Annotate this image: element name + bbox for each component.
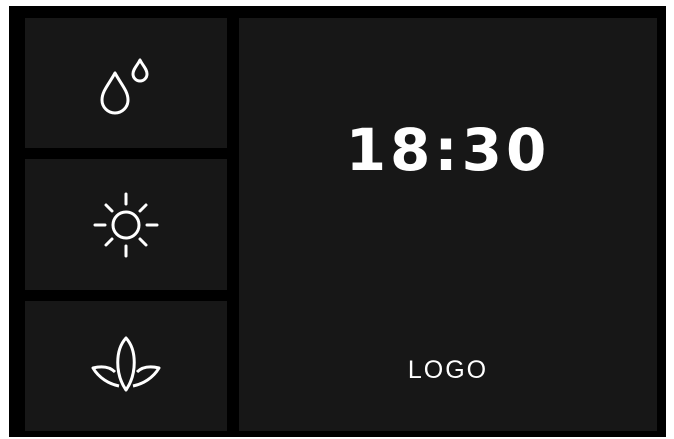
water-tile-button[interactable] — [25, 18, 227, 148]
logo-text: LOGO — [407, 356, 489, 384]
clock-time: 18:30 — [345, 116, 551, 184]
device-frame: 18:30 LOGO — [9, 6, 666, 437]
water-drops-icon — [91, 48, 161, 118]
wellness-tile-button[interactable] — [25, 301, 227, 431]
main-display-panel: 18:30 LOGO — [239, 18, 657, 431]
sun-icon — [81, 180, 171, 270]
lotus-icon — [81, 326, 171, 406]
light-tile-button[interactable] — [25, 159, 227, 290]
